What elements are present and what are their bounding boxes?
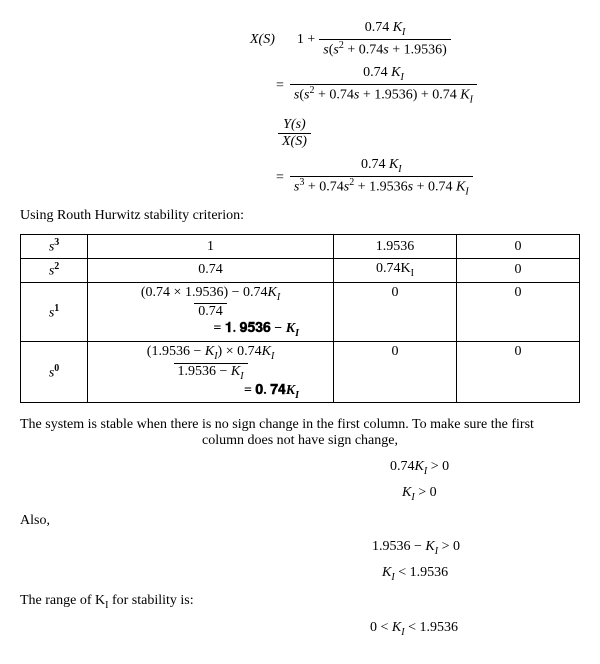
table-cell-fraction: (0.74 × 1.9536) − 0.74KI 0.74 = 𝟏. 𝟗𝟓𝟑𝟔 …	[88, 282, 334, 341]
stability-text-1: The system is stable when there is no si…	[20, 417, 580, 433]
condition-1: 0.74KI > 0	[390, 459, 580, 477]
equation-block-3: Y(s) X(S)	[278, 117, 580, 152]
eq1-lhs: X(S)	[250, 32, 275, 48]
eq1-fraction: 0.74 KI s(s2 + 0.74s + 1.9536)	[319, 20, 451, 59]
range-text: The range of KI for stability is:	[20, 593, 580, 611]
condition-3: 1.9536 − KI > 0	[372, 539, 580, 557]
table-cell: 0	[457, 282, 580, 341]
routh-table: s3 1 1.9536 0 s2 0.74 0.74KI 0 s1 (0.74 …	[20, 234, 580, 403]
routh-intro-text: Using Routh Hurwitz stability criterion:	[20, 208, 580, 224]
table-cell: 0	[457, 235, 580, 259]
eq2-fraction: 0.74 KI s(s2 + 0.74s + 1.9536) + 0.74 KI	[290, 65, 477, 106]
routh-power-s1: s1	[21, 282, 88, 341]
table-row: s2 0.74 0.74KI 0	[21, 259, 580, 283]
table-cell: 0	[457, 259, 580, 283]
table-cell: 0.74KI	[334, 259, 457, 283]
table-cell: 0.74	[88, 259, 334, 283]
eq4-fraction: 0.74 KI s3 + 0.74s2 + 1.9536s + 0.74 KI	[290, 157, 473, 198]
equals-sign-2: =	[270, 170, 290, 186]
equals-sign: =	[270, 78, 290, 94]
condition-4: KI < 1.9536	[382, 565, 580, 583]
routh-power-s3: s3	[21, 235, 88, 259]
table-cell: 1.9536	[334, 235, 457, 259]
eq1-rhs-prefix: 1 +	[297, 32, 315, 48]
table-cell: 0	[334, 282, 457, 341]
also-text: Also,	[20, 513, 580, 529]
table-row: s1 (0.74 × 1.9536) − 0.74KI 0.74 = 𝟏. 𝟗𝟓…	[21, 282, 580, 341]
equation-block-2: = 0.74 KI s(s2 + 0.74s + 1.9536) + 0.74 …	[270, 65, 580, 106]
table-cell-fraction: (1.9536 − KI) × 0.74KI 1.9536 − KI = 𝟎. …	[88, 342, 334, 403]
table-cell: 0	[334, 342, 457, 403]
condition-2: KI > 0	[402, 485, 580, 503]
table-cell: 1	[88, 235, 334, 259]
final-condition: 0 < KI < 1.9536	[370, 620, 580, 638]
equation-block-1: X(S) 1 + 0.74 KI s(s2 + 0.74s + 1.9536)	[250, 20, 580, 59]
table-cell: 0	[457, 342, 580, 403]
routh-power-s2: s2	[21, 259, 88, 283]
stability-text-2: column does not have sign change,	[20, 433, 580, 449]
table-row: s3 1 1.9536 0	[21, 235, 580, 259]
eq3-fraction: Y(s) X(S)	[278, 117, 311, 152]
equation-block-4: = 0.74 KI s3 + 0.74s2 + 1.9536s + 0.74 K…	[270, 157, 580, 198]
routh-power-s0: s0	[21, 342, 88, 403]
table-row: s0 (1.9536 − KI) × 0.74KI 1.9536 − KI = …	[21, 342, 580, 403]
